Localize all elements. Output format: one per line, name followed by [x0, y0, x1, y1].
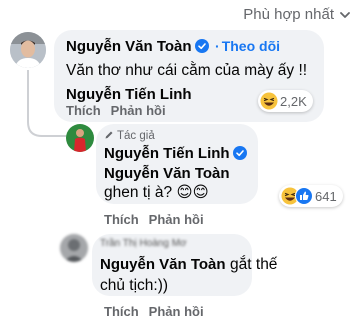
avatar[interactable] [10, 32, 46, 68]
like-button[interactable]: Thích [104, 304, 139, 319]
follow-button[interactable]: Theo dõi [222, 38, 280, 54]
comment-actions: Thích Phản hồi [104, 304, 204, 319]
comment-header: Nguyễn Tiến Linh [104, 145, 247, 163]
author-badge-label: Tác giả [117, 130, 155, 142]
mention-tag[interactable]: Nguyễn Văn Toàn [100, 256, 226, 273]
author-badge: Tác giả [104, 130, 155, 142]
mention-tag[interactable]: Nguyễn Tiến Linh [66, 86, 192, 103]
chevron-down-icon [340, 11, 350, 18]
reaction-summary[interactable]: 641 [279, 185, 343, 207]
comment-author[interactable]: Trần Thị Hoàng Mơ [100, 238, 187, 249]
sort-label: Phù hợp nhất [243, 6, 334, 23]
like-button[interactable]: Thích [104, 212, 139, 227]
haha-icon [260, 92, 278, 110]
pencil-icon [105, 131, 113, 139]
reply-button[interactable]: Phản hồi [149, 304, 204, 319]
avatar[interactable] [60, 234, 88, 262]
reaction-summary[interactable]: 2,2K [258, 90, 313, 112]
comment-text: gắt thế [230, 256, 278, 273]
comment-text-continued: chủ tịch:)) [100, 277, 169, 294]
user-photo [60, 234, 88, 262]
reply-button[interactable]: Phản hồi [149, 212, 204, 227]
mention-tag[interactable]: Nguyễn Văn Toàn [104, 165, 230, 182]
verified-icon [194, 39, 209, 53]
comment-actions: Thích Phản hồi [104, 212, 204, 227]
comment-text: ghen tị à? 😊😊 [104, 184, 209, 201]
user-photo [10, 32, 46, 68]
comment-author[interactable]: Nguyễn Tiến Linh [104, 145, 230, 162]
like-icon [295, 187, 313, 205]
comment-header: Nguyễn Văn Toàn · Theo dõi [66, 38, 280, 56]
like-button[interactable]: Thích [66, 103, 101, 118]
avatar[interactable] [66, 124, 94, 152]
comment-actions: Thích Phản hồi [66, 103, 166, 118]
user-photo [66, 124, 94, 152]
verified-icon [232, 146, 247, 160]
reply-button[interactable]: Phản hồi [111, 103, 166, 118]
sort-dropdown[interactable]: Phù hợp nhất [243, 6, 350, 23]
comment-body: Nguyễn Văn Toàn gắt thế [100, 254, 277, 275]
follow-separator: · [215, 38, 220, 54]
reaction-count: 2,2K [280, 93, 307, 109]
comment-author[interactable]: Nguyễn Văn Toàn [66, 38, 192, 55]
reaction-count: 641 [315, 188, 337, 204]
comment-text: Văn thơ như cái cằm của mày ấy !! [66, 62, 308, 79]
thread-line [27, 70, 66, 137]
